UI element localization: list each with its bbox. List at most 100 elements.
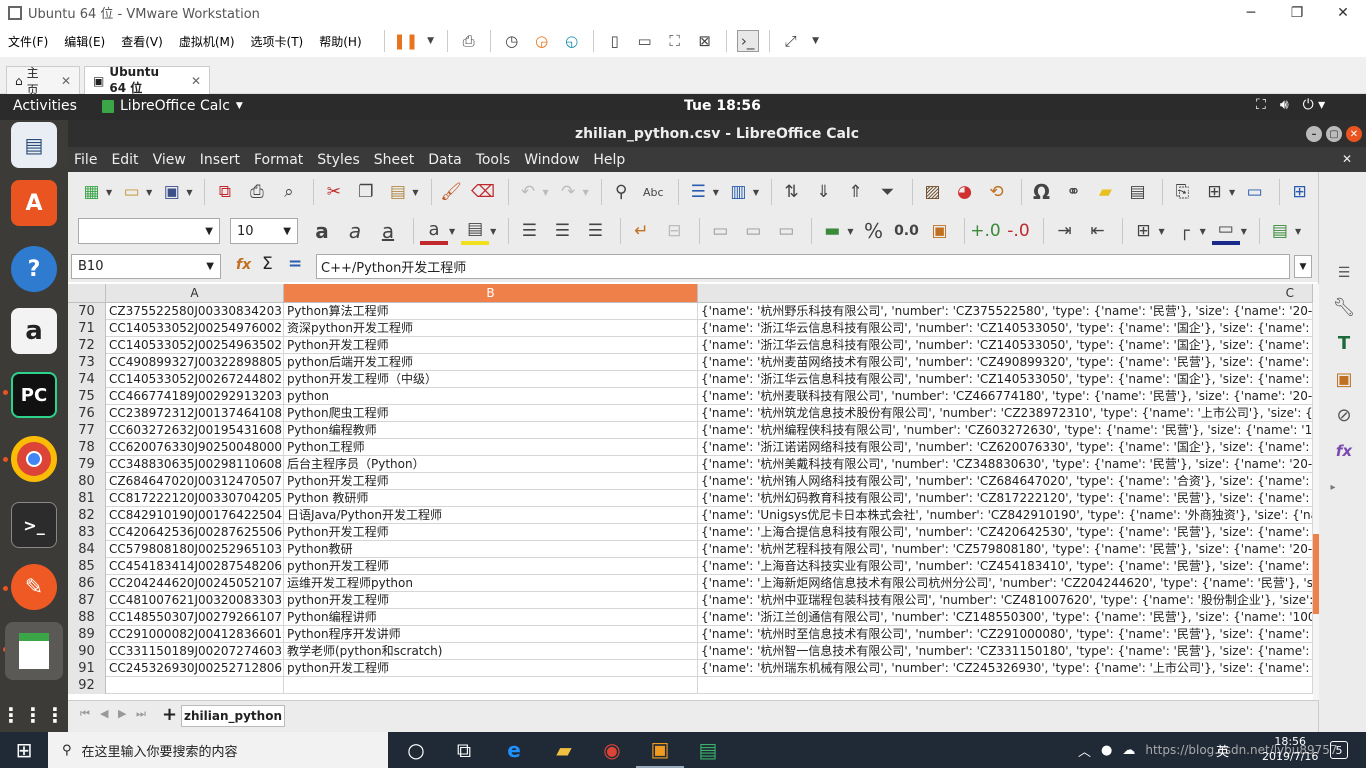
row-header[interactable]: 82 <box>68 507 106 524</box>
cell-c[interactable]: {'name': '杭州美戴科技有限公司', 'number': 'CZ3488… <box>698 456 1313 473</box>
close-icon[interactable]: ✕ <box>61 74 71 88</box>
cell-a[interactable]: CC420642536J00287625506 <box>106 524 284 541</box>
expand-formula-icon[interactable]: ▼ <box>1294 255 1312 278</box>
add-sheet-icon[interactable]: + <box>162 704 177 725</box>
top-bar-clock[interactable]: Tue 18:56 <box>684 98 761 114</box>
properties-icon[interactable]: 🔧︎ <box>1331 294 1357 320</box>
cell-c[interactable]: {'name': 'Unigsys优尼卡日本株式会社', 'number': '… <box>698 507 1313 524</box>
header-footer-icon[interactable]: ▤ <box>1124 178 1151 206</box>
cell-a[interactable]: CC466774189J00292913203 <box>106 388 284 405</box>
activities-button[interactable]: Activities <box>13 98 77 114</box>
cell-a[interactable]: CC245326930J00252712806 <box>106 660 284 677</box>
paste-icon[interactable]: ▤ <box>384 178 411 206</box>
snapshot-manager-icon[interactable]: ◵ <box>561 30 583 52</box>
cell-c[interactable]: {'name': '杭州艺程科技有限公司', 'number': 'CZ5798… <box>698 541 1313 558</box>
border-color-icon[interactable]: ▭ <box>1211 217 1240 245</box>
chrome-icon[interactable] <box>11 436 57 482</box>
tab-ubuntu[interactable]: ▣ Ubuntu 64 位 ✕ <box>84 65 210 95</box>
cell-c[interactable]: {'name': '杭州中亚瑞程包装科技有限公司', 'number': 'CZ… <box>698 592 1313 609</box>
menu-view[interactable]: View <box>153 152 186 168</box>
cell-b[interactable]: Python工程师 <box>284 439 698 456</box>
cell-b[interactable]: Python教研 <box>284 541 698 558</box>
send-keys-icon[interactable]: ⎙ <box>458 30 480 52</box>
cell-c[interactable]: {'name': '上海合提信息科技有限公司', 'number': 'CZ42… <box>698 524 1313 541</box>
close-document-icon[interactable]: ✕ <box>1342 152 1352 166</box>
row-header[interactable]: 86 <box>68 575 106 592</box>
row-header[interactable]: 91 <box>68 660 106 677</box>
cell-b[interactable]: 资深python开发工程师 <box>284 320 698 337</box>
menu-view[interactable]: 查看(V) <box>121 33 163 50</box>
functions-icon[interactable]: fx <box>1331 438 1357 464</box>
cell-b[interactable]: Python程序开发讲师 <box>284 626 698 643</box>
minimize-button[interactable]: – <box>1306 126 1322 142</box>
font-color-icon[interactable]: a <box>420 217 448 245</box>
row-header[interactable]: 84 <box>68 541 106 558</box>
date-format-icon[interactable]: ▣ <box>925 217 953 245</box>
open-icon[interactable]: ▭ <box>118 178 145 206</box>
corner-select-all[interactable] <box>68 284 106 303</box>
cell-b[interactable]: Python爬虫工程师 <box>284 405 698 422</box>
chevron-down-icon[interactable]: ▼ <box>146 188 152 197</box>
cell-b[interactable]: Python开发工程师 <box>284 473 698 490</box>
styles-icon[interactable]: T <box>1331 330 1357 356</box>
column-header-a[interactable]: A <box>106 284 284 303</box>
percent-format-icon[interactable]: % <box>859 217 887 245</box>
minimize-button[interactable]: ─ <box>1228 0 1274 25</box>
sort-ascending-icon[interactable]: ⇑ <box>842 178 869 206</box>
cell-a[interactable]: CC817222120J00330704205 <box>106 490 284 507</box>
save-icon[interactable]: ▣ <box>158 178 185 206</box>
document-viewer-icon[interactable]: ▤ <box>11 122 57 168</box>
borders-icon[interactable]: ⊞ <box>1129 217 1157 245</box>
cell-b[interactable]: python后端开发工程师 <box>284 354 698 371</box>
row-header[interactable]: 83 <box>68 524 106 541</box>
previous-sheet-icon[interactable]: ◀ <box>100 707 108 720</box>
row-header[interactable]: 73 <box>68 354 106 371</box>
menu-format[interactable]: Format <box>254 152 303 168</box>
font-size-combo[interactable]: 10 ▼ <box>230 218 298 244</box>
special-character-icon[interactable]: Ω <box>1028 178 1055 206</box>
align-left-icon[interactable]: ☰ <box>515 217 543 245</box>
pause-icon[interactable]: ❚❚ <box>393 30 418 52</box>
cell-a[interactable]: CC620076330J90250048000 <box>106 439 284 456</box>
insert-chart-icon[interactable]: ◕ <box>951 178 978 206</box>
taskbar-clock[interactable]: 18:56 2019/7/16 <box>1262 734 1318 764</box>
vertical-scrollbar[interactable] <box>1313 284 1319 700</box>
increase-indent-icon[interactable]: ⇥ <box>1050 217 1078 245</box>
snapshot-icon[interactable]: ◷ <box>501 30 523 52</box>
sidebar-collapse-icon[interactable]: ▸ <box>1320 474 1346 500</box>
formula-icon[interactable]: = <box>288 254 302 274</box>
cell-b[interactable]: python <box>284 388 698 405</box>
merge-cells-icon[interactable]: ⊟ <box>660 217 688 245</box>
sum-icon[interactable]: Σ <box>262 254 273 274</box>
align-center-icon[interactable]: ☰ <box>548 217 576 245</box>
cell-b[interactable]: Python开发工程师 <box>284 337 698 354</box>
align-right-icon[interactable]: ☰ <box>581 217 609 245</box>
sort-icon[interactable]: ⇅ <box>778 178 805 206</box>
scrollbar-thumb[interactable] <box>1313 534 1319 614</box>
italic-icon[interactable]: a <box>341 217 369 245</box>
edge-icon[interactable]: e <box>490 732 538 768</box>
cell-c[interactable]: {'name': '杭州麦联科技有限公司', 'number': 'CZ4667… <box>698 388 1313 405</box>
sort-descending-icon[interactable]: ⇓ <box>810 178 837 206</box>
menu-file[interactable]: File <box>74 152 97 168</box>
stretch-icon[interactable]: ⤢ <box>780 30 802 52</box>
row-header[interactable]: 92 <box>68 677 106 694</box>
cell-b[interactable]: 教学老师(python和scratch) <box>284 643 698 660</box>
windows-start-icon[interactable]: ⊞ <box>0 732 48 768</box>
chevron-down-icon[interactable]: ▼ <box>753 188 759 197</box>
row-header[interactable]: 74 <box>68 371 106 388</box>
notes-app-icon[interactable]: ▤ <box>684 732 732 768</box>
insert-image-icon[interactable]: ▨ <box>919 178 946 206</box>
cell-c[interactable]: {'name': '浙江华云信息科技有限公司', 'number': 'CZ14… <box>698 337 1313 354</box>
export-pdf-icon[interactable]: ⧉ <box>211 178 238 206</box>
define-print-area-icon[interactable]: ⎘ <box>1169 178 1196 206</box>
cut-icon[interactable]: ✂ <box>320 178 347 206</box>
spelling-icon[interactable]: Abc <box>640 178 667 206</box>
find-replace-icon[interactable]: ⚲ <box>608 178 635 206</box>
cell-c[interactable]: {'name': '上海新炬网络信息技术有限公司杭州分公司', 'number'… <box>698 575 1313 592</box>
freeze-rows-icon[interactable]: ⊞ <box>1201 178 1228 206</box>
row-header[interactable]: 87 <box>68 592 106 609</box>
cell-a[interactable]: CC291000082J00412836601 <box>106 626 284 643</box>
redo-icon[interactable]: ↷ <box>555 178 582 206</box>
align-top-icon[interactable]: ▭ <box>706 217 734 245</box>
